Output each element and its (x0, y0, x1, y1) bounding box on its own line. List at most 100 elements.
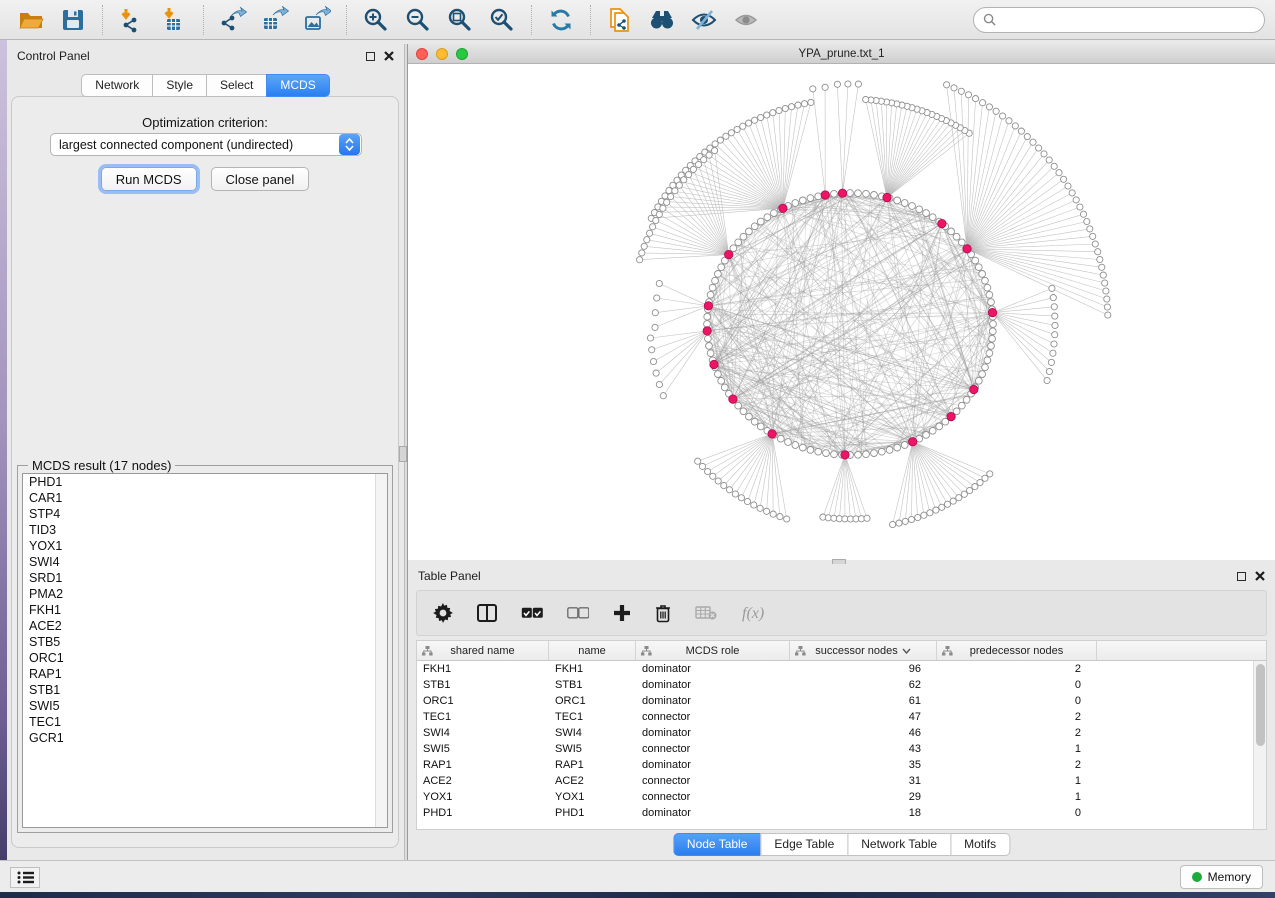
hide-eye-icon[interactable] (687, 5, 721, 35)
memory-button[interactable]: Memory (1180, 865, 1263, 889)
table-cell: connector (636, 743, 790, 755)
column-header-label: successor nodes (815, 645, 898, 657)
table-row[interactable]: FKH1FKH1dominator962 (417, 661, 1266, 677)
zoom-in-icon[interactable] (359, 5, 393, 35)
column-header-label: shared name (450, 645, 514, 657)
node-table-scrollbar[interactable] (1253, 661, 1266, 829)
export-network-icon[interactable] (216, 5, 250, 35)
close-panel-button[interactable]: Close panel (211, 167, 310, 191)
import-table-icon[interactable] (157, 5, 191, 35)
column-header-predecessor-nodes[interactable]: predecessor nodes (937, 641, 1097, 660)
float-table-panel-icon[interactable] (1237, 572, 1246, 581)
column-header-MCDS-role[interactable]: MCDS role (636, 641, 790, 660)
table-row[interactable]: TEC1TEC1connector472 (417, 709, 1266, 725)
mcds-result-item[interactable]: PHD1 (23, 474, 387, 490)
table-row[interactable]: STB1STB1dominator620 (417, 677, 1266, 693)
tab-network[interactable]: Network (81, 74, 152, 97)
close-table-panel-icon[interactable] (1255, 571, 1265, 581)
select-all-checkbox-icon[interactable] (521, 607, 543, 619)
vertical-splitter-handle[interactable] (399, 446, 407, 462)
open-file-icon[interactable] (14, 5, 48, 35)
function-builder-fx-icon: f(x) (741, 602, 775, 624)
mcds-result-list[interactable]: PHD1CAR1STP4TID3YOX1SWI4SRD1PMA2FKH1ACE2… (22, 473, 388, 828)
mcds-result-item[interactable]: SWI5 (23, 698, 387, 714)
column-header-shared-name[interactable]: shared name (417, 641, 549, 660)
mcds-result-item[interactable]: SRD1 (23, 570, 387, 586)
show-eye-icon[interactable] (729, 5, 763, 35)
settings-gear-icon[interactable] (433, 603, 453, 623)
criterion-select[interactable]: largest connected component (undirected) (50, 133, 362, 156)
clone-network-icon[interactable] (603, 5, 637, 35)
delete-table-disabled-icon (695, 606, 717, 620)
zoom-fit-icon[interactable] (443, 5, 477, 35)
table-cell: ACE2 (417, 775, 549, 787)
table-row[interactable]: PHD1PHD1dominator180 (417, 805, 1266, 821)
column-header-name[interactable]: name (549, 641, 636, 660)
select-stepper-icon (339, 134, 360, 155)
add-column-plus-icon[interactable] (613, 604, 631, 622)
import-network-icon[interactable] (115, 5, 149, 35)
tab-edge-table[interactable]: Edge Table (760, 833, 847, 856)
mcds-result-item[interactable]: GCR1 (23, 730, 387, 746)
toolbar-separator (590, 5, 591, 35)
table-cell: SWI4 (549, 727, 636, 739)
table-row[interactable]: SWI5SWI5connector431 (417, 741, 1266, 757)
mcds-list-scrollbar[interactable] (375, 474, 387, 827)
close-panel-icon[interactable] (384, 51, 394, 61)
node-table-scroll-thumb[interactable] (1256, 664, 1265, 746)
network-graph-canvas[interactable] (408, 64, 1275, 560)
table-cell: TEC1 (417, 711, 549, 723)
hierarchy-icon (795, 646, 806, 656)
mcds-result-item[interactable]: PMA2 (23, 586, 387, 602)
search-box[interactable] (973, 7, 1265, 33)
mcds-result-item[interactable]: TID3 (23, 522, 387, 538)
mcds-result-item[interactable]: TEC1 (23, 714, 387, 730)
tab-select[interactable]: Select (206, 74, 266, 97)
mcds-result-item[interactable]: YOX1 (23, 538, 387, 554)
table-cell: 61 (790, 695, 937, 707)
refresh-layout-icon[interactable] (544, 5, 578, 35)
mcds-result-item[interactable]: STP4 (23, 506, 387, 522)
search-input[interactable] (1002, 13, 1255, 27)
mcds-result-item[interactable]: STB5 (23, 634, 387, 650)
table-row[interactable]: SWI4SWI4dominator462 (417, 725, 1266, 741)
table-cell: STB1 (417, 679, 549, 691)
save-session-icon[interactable] (56, 5, 90, 35)
mcds-result-item[interactable]: STB1 (23, 682, 387, 698)
column-header-successor-nodes[interactable]: successor nodes (790, 641, 937, 660)
export-image-icon[interactable] (300, 5, 334, 35)
delete-column-trash-icon[interactable] (655, 604, 671, 623)
zoom-out-icon[interactable] (401, 5, 435, 35)
table-row[interactable]: YOX1YOX1connector291 (417, 789, 1266, 805)
network-window-titlebar[interactable]: YPA_prune.txt_1 (408, 44, 1275, 64)
mcds-tab-content: Optimization criterion: largest connecte… (11, 96, 399, 848)
tab-network-table[interactable]: Network Table (847, 833, 950, 856)
search-icon (983, 13, 996, 26)
mcds-result-item[interactable]: CAR1 (23, 490, 387, 506)
run-mcds-button[interactable]: Run MCDS (101, 167, 197, 191)
table-row[interactable]: ACE2ACE2connector311 (417, 773, 1266, 789)
tab-mcds[interactable]: MCDS (266, 74, 329, 97)
tab-style[interactable]: Style (152, 74, 206, 97)
tab-motifs[interactable]: Motifs (950, 833, 1010, 856)
mcds-result-item[interactable]: FKH1 (23, 602, 387, 618)
float-panel-icon[interactable] (366, 52, 375, 61)
mcds-result-item[interactable]: ORC1 (23, 650, 387, 666)
sort-indicator-icon (902, 648, 911, 654)
mcds-result-item[interactable]: RAP1 (23, 666, 387, 682)
tab-node-table[interactable]: Node Table (673, 833, 761, 856)
table-row[interactable]: ORC1ORC1dominator610 (417, 693, 1266, 709)
table-cell: 62 (790, 679, 937, 691)
table-row[interactable]: RAP1RAP1dominator352 (417, 757, 1266, 773)
zoom-selected-icon[interactable] (485, 5, 519, 35)
mcds-result-item[interactable]: SWI4 (23, 554, 387, 570)
node-table[interactable]: shared name nameMCDS role successor nodes p… (416, 640, 1267, 830)
panel-menu-button[interactable] (10, 867, 40, 888)
network-window-title: YPA_prune.txt_1 (408, 48, 1275, 60)
clear-selection-checkbox-icon[interactable] (567, 607, 589, 619)
table-cell: FKH1 (417, 663, 549, 675)
mcds-result-item[interactable]: ACE2 (23, 618, 387, 634)
split-columns-icon[interactable] (477, 604, 497, 622)
find-binoculars-icon[interactable] (645, 5, 679, 35)
export-table-icon[interactable] (258, 5, 292, 35)
